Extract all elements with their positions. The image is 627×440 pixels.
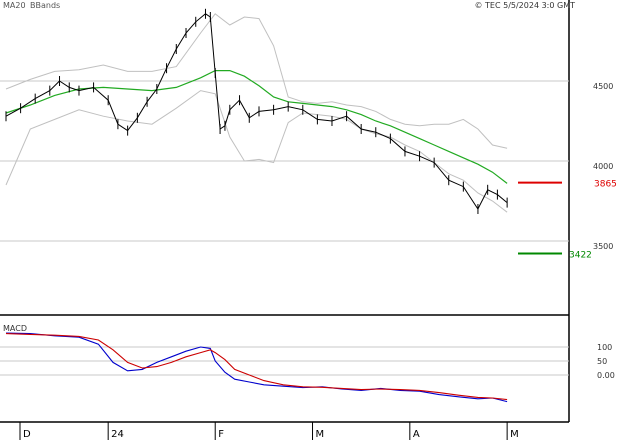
resistance-level-label: 3865 bbox=[594, 180, 617, 190]
plot-frames bbox=[0, 0, 570, 423]
x-tick-label: M bbox=[510, 429, 519, 440]
indicator-grid: 100 50 0.00 bbox=[0, 343, 615, 380]
x-tick-label: 24 bbox=[111, 429, 124, 440]
series-ma20 bbox=[5, 70, 508, 184]
support-level-label: 3422 bbox=[569, 250, 592, 260]
price-y-tick-label: 4500 bbox=[593, 82, 613, 91]
series-lower-bband bbox=[5, 90, 508, 213]
price-y-tick-label: 3500 bbox=[593, 242, 613, 251]
chart-root: 450040003500 100500.00 38653422 D 24 F M A M … bbox=[0, 0, 617, 440]
x-tick-label: M bbox=[316, 429, 325, 440]
indicator-y-tick-label: 50 bbox=[597, 357, 607, 366]
price-series-group bbox=[5, 8, 508, 214]
bbands-legend-label: BBands bbox=[30, 1, 60, 10]
macd-panel-title: MACD bbox=[3, 324, 27, 333]
x-tick-label: A bbox=[413, 429, 420, 440]
x-axis-labels: D 24 F M A M bbox=[19, 422, 519, 440]
price-grid: 4500 4000 3500 bbox=[0, 80, 613, 251]
ma20-legend-label: MA20 bbox=[3, 1, 26, 10]
series-price bbox=[5, 13, 508, 210]
indicator-y-tick-label: 100 bbox=[597, 343, 612, 352]
indicator-y-tick-label: 0.00 bbox=[597, 371, 615, 380]
price-y-tick-label: 4000 bbox=[593, 162, 613, 171]
x-tick-label: F bbox=[218, 429, 224, 440]
series-signal bbox=[5, 333, 508, 401]
x-tick-label: D bbox=[23, 429, 31, 440]
copyright-text: © TEC 5/5/2024 3:0 GMT bbox=[475, 1, 576, 10]
indicator-series-group bbox=[5, 332, 508, 403]
